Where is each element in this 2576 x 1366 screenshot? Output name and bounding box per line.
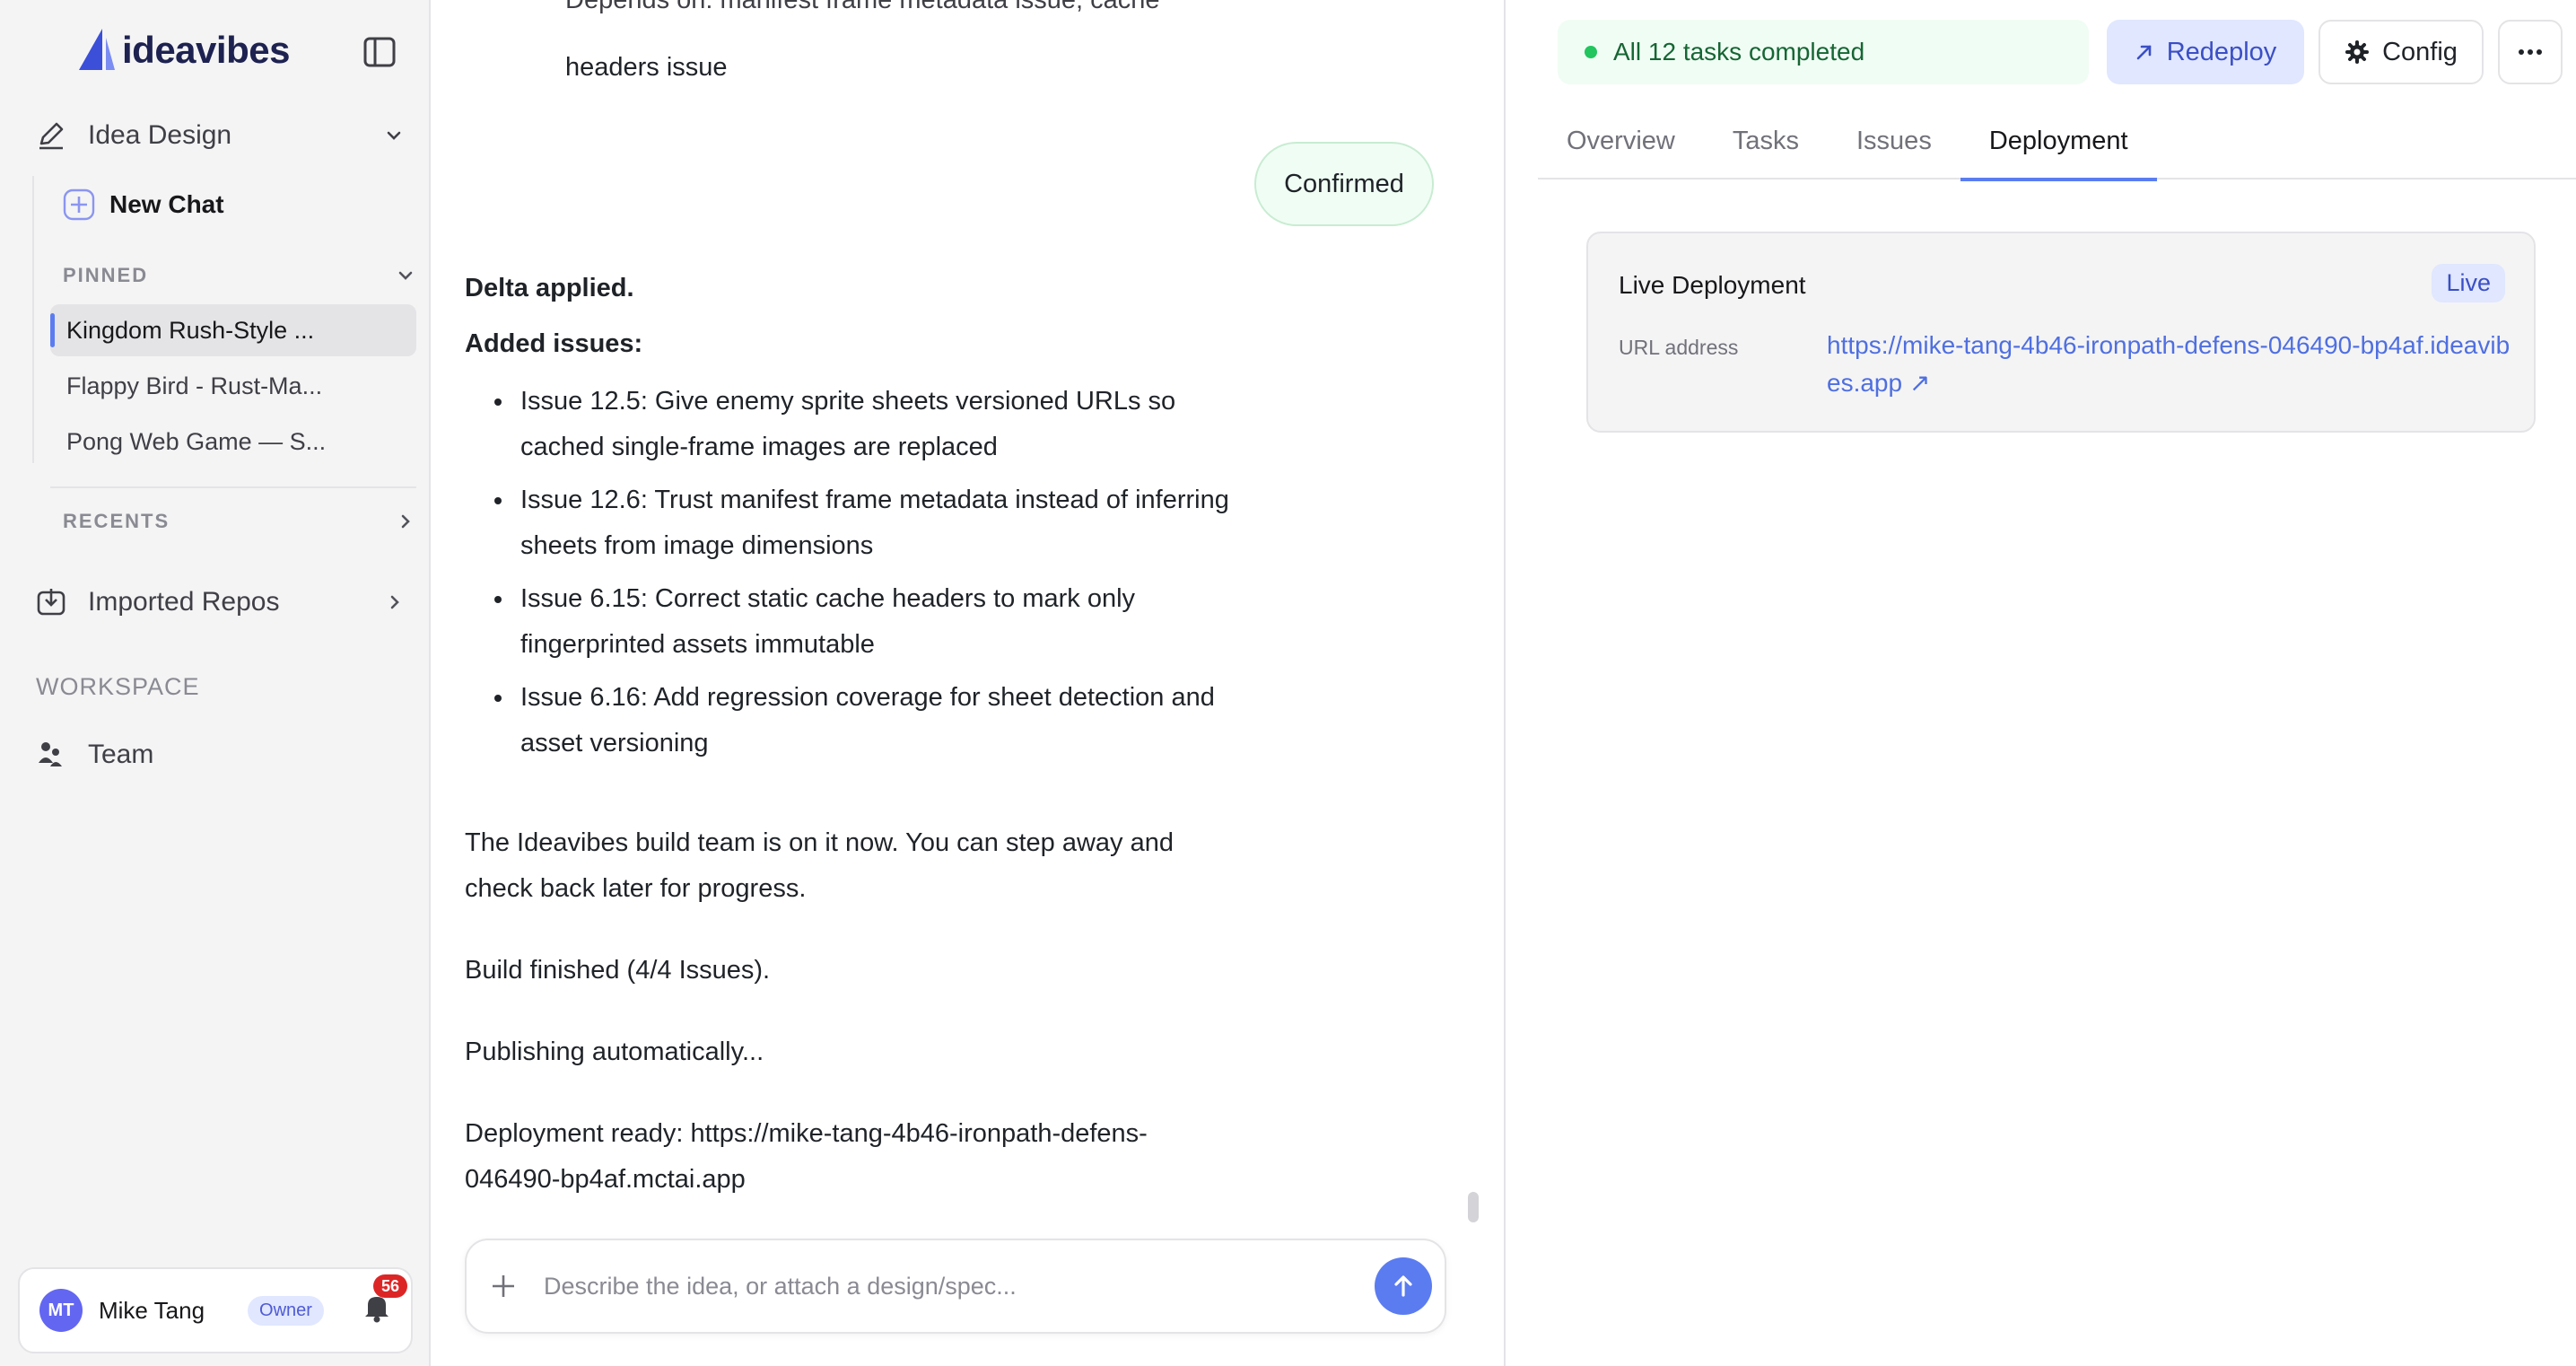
new-chat-label: New Chat [109,190,224,218]
brand-logo[interactable]: ideavibes [75,27,290,74]
chat-thread[interactable]: Depends on: manifest frame metadata issu… [432,0,1506,1366]
deployment-url-link[interactable]: https://mike-tang-4b46-ironpath-defens-0… [1827,327,2518,402]
new-chat-button[interactable]: New Chat [63,188,224,221]
gear-icon [2345,40,2370,64]
more-dots-icon [2519,49,2542,55]
deployment-ready-line: 046490-bp4af.mctai.app [465,1165,746,1194]
sidebar: ideavibes Idea Design New Chat PINNED Ki… [0,0,431,1366]
chevron-right-icon [401,514,410,529]
sidebar-item-imported-repos[interactable]: Imported Repos [36,582,404,623]
arrow-up-right-icon [2136,45,2152,60]
issue-line: Issue 12.5: Give enemy sprite sheets ver… [520,387,1176,416]
task-status-pill: All 12 tasks completed [1558,20,2089,84]
sidebar-panel-icon [363,37,396,67]
delta-heading: Delta applied. [465,266,634,311]
redeploy-button[interactable]: Redeploy [2107,20,2304,84]
issue-line: Issue 6.16: Add regression coverage for … [520,683,1215,712]
sidebar-item-team[interactable]: Team [36,734,404,775]
issue-line: Issue 6.15: Correct static cache headers… [520,584,1136,613]
build-finished-message: Build finished (4/4 Issues). [465,956,771,985]
sidebar-toggle-button[interactable] [362,36,397,68]
pencil-icon [39,122,64,150]
publishing-message: Publishing automatically... [465,1038,764,1066]
user-name: Mike Tang [99,1296,205,1324]
section-divider [50,486,416,488]
user-message-bubble: Confirmed [1254,142,1434,226]
chat-scrollbar[interactable] [1468,1192,1479,1222]
panel-tabs: Overview Tasks Issues Deployment [1538,102,2576,181]
team-icon [39,742,62,766]
import-tray-icon [37,589,65,616]
task-status-text: All 12 tasks completed [1613,38,1865,66]
workspace-heading: WORKSPACE [36,673,200,700]
tab-overview[interactable]: Overview [1538,102,1704,180]
issue-line: sheets from image dimensions [520,531,874,560]
project-selector[interactable]: Idea Design [36,115,404,156]
list-item: Issue 6.15: Correct static cache headers… [515,576,1323,668]
chevron-down-icon [398,271,413,280]
issue-line: fingerprinted assets immutable [520,630,875,659]
config-button[interactable]: Config [2318,20,2484,84]
plus-square-icon [63,188,95,221]
issue-line: Issue 12.6: Trust manifest frame metadat… [520,486,1229,514]
pinned-section-toggle[interactable]: PINNED [63,264,415,287]
build-status-line: The Ideavibes build team is on it now. Y… [465,828,1174,857]
pinned-section-label: PINNED [63,264,149,286]
added-issues-heading: Added issues: [465,321,642,367]
arrow-up-icon [1394,1275,1412,1297]
deployment-ready-line: Deployment ready: https://mike-tang-4b46… [465,1119,1148,1148]
sidebar-item-pinned-chat[interactable]: Flappy Bird - Rust-Ma... [50,360,416,412]
build-status-line: check back later for progress. [465,874,807,903]
status-dot-icon [1585,46,1597,58]
message-fragment: Depends on: manifest frame metadata issu… [565,0,1160,14]
tab-tasks[interactable]: Tasks [1704,102,1828,180]
sail-logo-icon [79,29,115,70]
role-badge: Owner [248,1295,324,1326]
added-issues-heading-text: Added issues: [465,329,643,358]
recents-section-label: RECENTS [63,510,170,532]
subnav-guide-line [32,176,34,463]
config-label: Config [2382,37,2458,66]
recents-section-toggle[interactable]: RECENTS [63,510,415,533]
send-button[interactable] [1375,1257,1432,1315]
chevron-down-icon [387,131,401,140]
avatar: MT [39,1289,83,1332]
user-profile-card[interactable]: MT Mike Tang Owner 56 [18,1267,413,1353]
added-issues-list: Issue 12.5: Give enemy sprite sheets ver… [515,379,1323,774]
attach-plus-icon[interactable] [490,1273,517,1300]
more-options-button[interactable] [2498,20,2563,84]
message-fragment: headers issue [565,53,728,82]
delta-heading-text: Delta applied. [465,274,634,302]
status-badge: Live [2432,264,2505,302]
message-composer [465,1239,1446,1334]
brand-name: ideavibes [122,29,290,71]
list-item: Issue 12.6: Trust manifest frame metadat… [515,477,1323,569]
deployment-ready-message: Deployment ready: https://mike-tang-4b46… [465,1111,1148,1203]
sidebar-item-pinned-chat[interactable]: Pong Web Game — S... [50,416,416,468]
list-item: Issue 12.5: Give enemy sprite sheets ver… [515,379,1323,470]
project-label: Idea Design [88,120,232,150]
sidebar-item-pinned-chat[interactable]: Kingdom Rush-Style ... [50,304,416,356]
redeploy-label: Redeploy [2166,37,2277,66]
imported-repos-label: Imported Repos [88,587,280,617]
build-status-message: The Ideavibes build team is on it now. Y… [465,820,1174,912]
project-panel: All 12 tasks completed Redeploy Config O… [1507,0,2576,1366]
list-item: Issue 6.16: Add regression coverage for … [515,675,1323,766]
message-input[interactable] [544,1272,1375,1300]
notification-count-badge: 56 [373,1274,407,1298]
team-label: Team [88,740,154,769]
chevron-right-icon [390,595,399,609]
live-deployment-card: Live Deployment Live URL address https:/… [1586,232,2536,433]
deployment-title: Live Deployment [1619,271,1806,299]
tab-deployment[interactable]: Deployment [1960,102,2157,181]
issue-line: asset versioning [520,729,709,757]
tab-issues[interactable]: Issues [1828,102,1960,180]
issue-line: cached single-frame images are replaced [520,433,998,461]
url-label: URL address [1619,336,1739,359]
